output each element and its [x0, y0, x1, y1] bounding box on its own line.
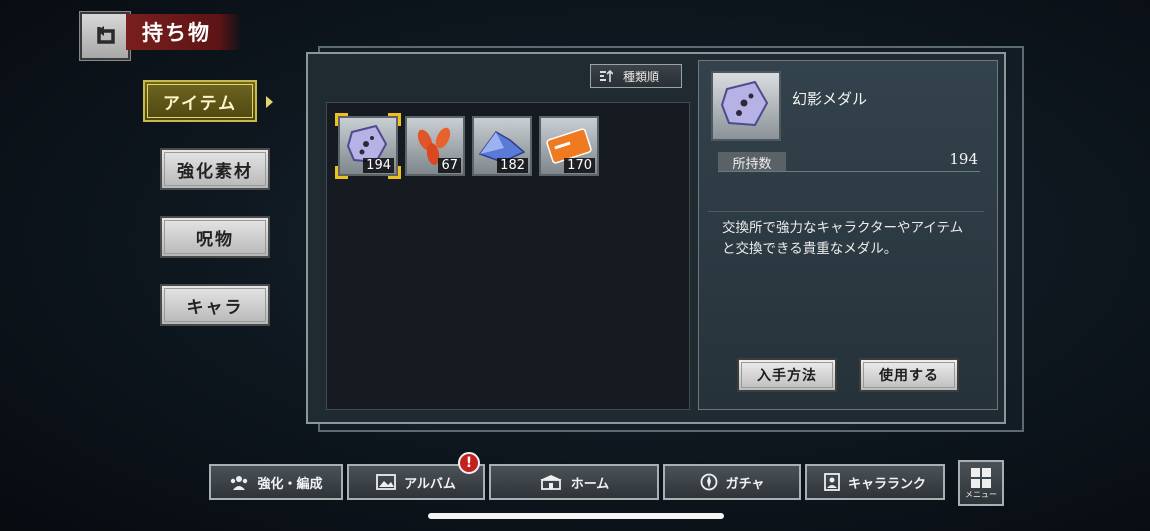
nav-label: アルバム: [404, 476, 456, 492]
detail-item-name: 幻影メダル: [792, 90, 868, 108]
nav-label: 強化・編成: [257, 476, 323, 492]
item-slot[interactable]: 194: [335, 113, 401, 179]
item-slot[interactable]: 170: [539, 116, 599, 176]
character-rank-icon: [824, 473, 840, 491]
item-quantity: 182: [497, 158, 528, 173]
album-icon: [376, 474, 396, 490]
tab-cursed-objects[interactable]: 呪物: [160, 216, 270, 258]
home-indicator[interactable]: [428, 513, 724, 519]
selection-corner: [335, 166, 348, 179]
tab-items[interactable]: アイテム: [143, 80, 257, 122]
nav-gacha[interactable]: ガチャ: [663, 464, 801, 500]
home-icon: [539, 475, 562, 490]
nav-label: ホーム: [570, 476, 610, 492]
use-item-button[interactable]: 使用する: [859, 358, 959, 392]
nav-label: キャラランク: [847, 476, 926, 492]
gacha-icon: [700, 473, 717, 491]
back-arrow-icon: [97, 26, 115, 44]
description-line: と交換できる貴重なメダル。: [722, 241, 898, 257]
detail-item-frame: [711, 71, 781, 141]
selection-corner: [388, 113, 401, 126]
item-slot[interactable]: 182: [472, 116, 532, 176]
item-quantity: 67: [438, 158, 461, 173]
description-line: 交換所で強力なキャラクターやアイテム: [722, 220, 964, 236]
nav-enhance-formation[interactable]: 強化・編成: [209, 464, 343, 500]
menu-label: メニュー: [965, 489, 997, 499]
sort-button[interactable]: 種類順: [590, 64, 682, 88]
selection-corner: [388, 166, 401, 179]
nav-label: ガチャ: [725, 476, 765, 492]
selection-corner: [335, 113, 348, 126]
sort-label: 種類順: [623, 69, 660, 84]
item-quantity: 170: [564, 158, 595, 173]
menu-button[interactable]: メニュー: [958, 460, 1004, 506]
party-icon: [231, 476, 248, 490]
divider: [708, 211, 984, 212]
back-button[interactable]: [80, 12, 130, 60]
medal-icon: [720, 80, 769, 127]
active-tab-arrow-icon: [266, 96, 273, 108]
nav-character-rank[interactable]: キャラランク: [805, 464, 945, 500]
notification-badge: !: [458, 452, 480, 474]
nav-home[interactable]: ホーム: [489, 464, 659, 500]
tab-characters[interactable]: キャラ: [160, 284, 270, 326]
page-title: 持ち物: [126, 14, 242, 50]
divider: [718, 171, 980, 172]
sort-icon: [600, 69, 613, 82]
item-slot[interactable]: 67: [405, 116, 465, 176]
item-description: 交換所で強力なキャラクターやアイテム と交換できる貴重なメダル。: [722, 218, 984, 260]
owned-count-label: 所持数: [718, 152, 786, 172]
grid-menu-icon: [971, 467, 991, 488]
owned-count-value: 194: [949, 150, 978, 168]
acquire-method-button[interactable]: 入手方法: [737, 358, 837, 392]
tab-enhance-materials[interactable]: 強化素材: [160, 148, 270, 190]
